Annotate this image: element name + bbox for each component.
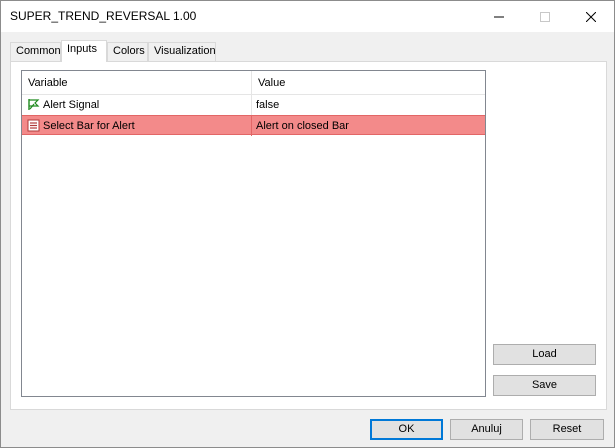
value-cell[interactable]: Alert on closed Bar xyxy=(252,116,485,136)
boolean-flag-icon xyxy=(28,99,40,110)
close-icon xyxy=(586,11,596,22)
tab-colors[interactable]: Colors xyxy=(107,42,148,61)
inputs-panel: Variable Value Alert Signal false Select… xyxy=(10,61,607,410)
close-button[interactable] xyxy=(568,1,614,32)
list-header: Variable Value xyxy=(22,71,485,95)
column-header-variable[interactable]: Variable xyxy=(22,71,252,95)
tab-inputs[interactable]: Inputs xyxy=(61,40,107,62)
variable-cell[interactable]: Select Bar for Alert xyxy=(22,116,252,136)
cancel-button[interactable]: Anuluj xyxy=(450,419,523,440)
dialog-window: SUPER_TREND_REVERSAL 1.00 Common Inputs … xyxy=(0,0,615,448)
save-button[interactable]: Save xyxy=(493,375,596,396)
minimize-icon xyxy=(494,16,504,17)
list-item-selected[interactable]: Select Bar for Alert Alert on closed Bar xyxy=(22,115,485,136)
maximize-button xyxy=(522,1,568,32)
value-cell[interactable]: false xyxy=(252,95,485,115)
title-bar[interactable]: SUPER_TREND_REVERSAL 1.00 xyxy=(1,1,614,32)
reset-button[interactable]: Reset xyxy=(530,419,604,440)
tab-visualization[interactable]: Visualization xyxy=(148,42,216,61)
load-button[interactable]: Load xyxy=(493,344,596,365)
inputs-list[interactable]: Variable Value Alert Signal false Select… xyxy=(21,70,486,397)
enum-list-icon xyxy=(27,119,40,132)
maximize-icon xyxy=(540,11,550,22)
variable-cell[interactable]: Alert Signal xyxy=(22,95,252,115)
list-item[interactable]: Alert Signal false xyxy=(22,95,485,115)
ok-button[interactable]: OK xyxy=(370,419,443,440)
variable-name: Alert Signal xyxy=(43,99,100,111)
minimize-button[interactable] xyxy=(476,1,522,32)
window-title: SUPER_TREND_REVERSAL 1.00 xyxy=(10,9,197,23)
column-header-value[interactable]: Value xyxy=(252,71,485,95)
tab-common[interactable]: Common xyxy=(10,42,61,61)
variable-name: Select Bar for Alert xyxy=(43,120,135,132)
